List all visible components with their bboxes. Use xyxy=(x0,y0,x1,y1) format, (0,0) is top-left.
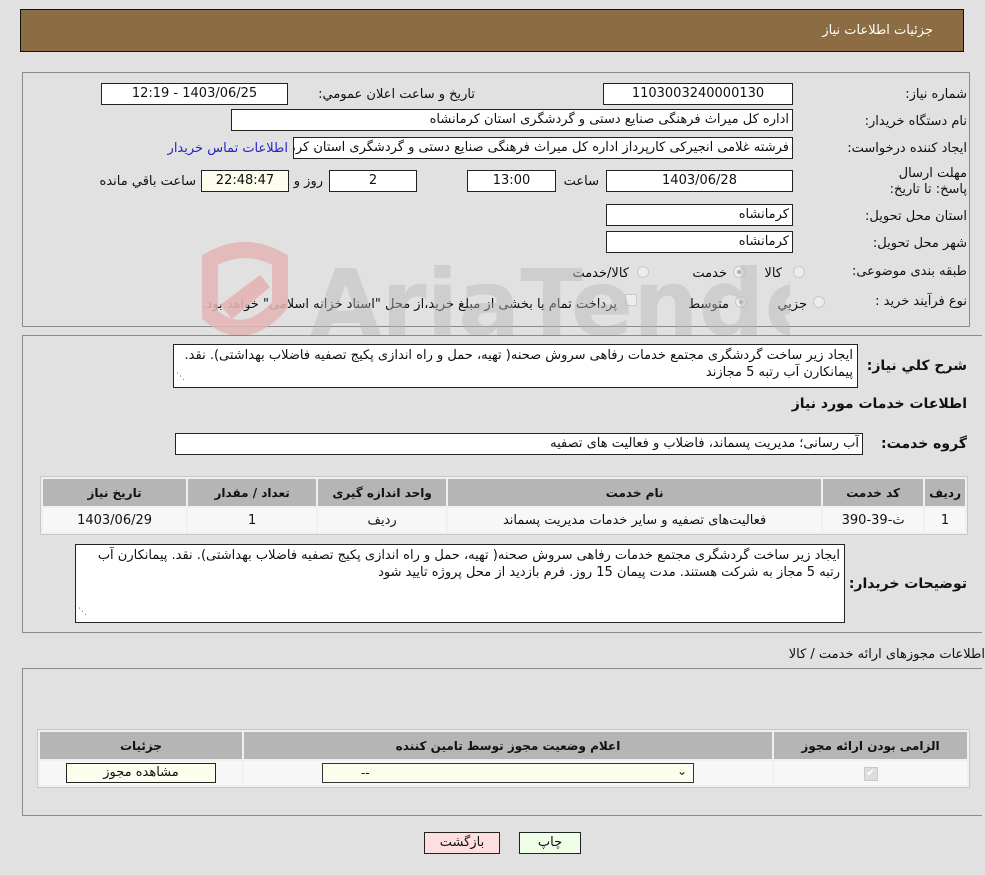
province-field: کرمانشاه xyxy=(606,204,793,226)
creator-label: ایجاد کننده درخواست: xyxy=(847,141,967,156)
treasury-checkbox-label: پرداخت تمام یا بخشی از مبلغ خرید،از محل … xyxy=(202,297,617,312)
resize-grip-icon[interactable]: ⋰ xyxy=(176,369,185,386)
days-label: روز و xyxy=(293,174,323,189)
city-field: کرمانشاه xyxy=(606,231,793,253)
summary-textarea[interactable]: ایجاد زیر ساخت گردشگری مجتمع خدمات رفاهی… xyxy=(173,344,858,388)
col-permit-required: الزامی بودن ارائه مجوز xyxy=(774,732,967,759)
buyer-org-field: اداره کل میراث فرهنگی صنایع دستی و گردشگ… xyxy=(231,109,793,131)
back-button[interactable]: بازگشت xyxy=(424,832,500,854)
permits-table: الزامی بودن ارائه مجوز اعلام وضعیت مجوز … xyxy=(37,729,970,788)
category-label: طبقه بندی موضوعی: xyxy=(851,264,967,279)
category-goods-label: کالا xyxy=(764,266,782,281)
cell-need-date: 1403/06/29 xyxy=(43,508,187,532)
buyer-contact-link[interactable]: اطلاعات تماس خریدار xyxy=(168,141,288,156)
treasury-checkbox[interactable] xyxy=(625,294,637,306)
process-radio-minor[interactable] xyxy=(813,296,825,308)
cell-service-name: فعالیت‌های تصفیه و سایر خدمات مدیریت پسم… xyxy=(448,508,822,532)
service-group-field: آب رسانی؛ مدیریت پسماند، فاضلاب و فعالیت… xyxy=(175,433,863,455)
page-title: جزئیات اطلاعات نیاز xyxy=(822,23,933,38)
deadline-time-label: ساعت xyxy=(563,174,599,189)
process-label: نوع فرآیند خرید : xyxy=(875,294,967,309)
view-permit-button[interactable]: مشاهده مجوز xyxy=(66,763,216,783)
category-radio-service[interactable] xyxy=(733,266,745,278)
print-button[interactable]: چاپ xyxy=(519,832,581,854)
process-minor-label: جزيي xyxy=(777,297,807,312)
category-radio-goods-service[interactable] xyxy=(637,266,649,278)
permits-table-header: الزامی بودن ارائه مجوز اعلام وضعیت مجوز … xyxy=(40,732,967,759)
category-radio-goods[interactable] xyxy=(793,266,805,278)
category-service-label: خدمت xyxy=(692,266,727,281)
creator-field: فرشته غلامی انجیرکی کارپرداز اداره کل می… xyxy=(293,137,793,159)
remaining-time-label: ساعت باقي مانده xyxy=(99,174,196,189)
deadline-time-field: 13:00 xyxy=(467,170,556,192)
days-remaining-field: 2 xyxy=(329,170,417,192)
announce-label: تاریخ و ساعت اعلان عمومي: xyxy=(318,87,475,102)
col-permit-details: جزئیات xyxy=(40,732,242,759)
chevron-down-icon: ⌄ xyxy=(676,764,687,778)
process-medium-label: متوسط xyxy=(688,297,729,312)
table-row: ✔ -- ⌄ مشاهده مجوز xyxy=(40,761,967,785)
remaining-time-field: 22:48:47 xyxy=(201,170,289,192)
services-table-header: ردیف کد خدمت نام خدمت واحد اندازه گیری ت… xyxy=(43,479,965,506)
page-header: جزئیات اطلاعات نیاز xyxy=(20,9,964,52)
cell-row-number: 1 xyxy=(925,508,965,532)
need-number-field: 1103003240000130 xyxy=(603,83,793,105)
category-goods-service-label: کالا/خدمت xyxy=(572,266,629,281)
col-service-code: کد خدمت xyxy=(823,479,924,506)
buyer-notes-textarea[interactable]: ایجاد زیر ساخت گردشگری مجتمع خدمات رفاهی… xyxy=(75,544,845,623)
permit-status-value: -- xyxy=(361,766,370,780)
announce-field: 1403/06/25 - 12:19 xyxy=(101,83,288,105)
col-quantity: تعداد / مقدار xyxy=(188,479,317,506)
summary-text: ایجاد زیر ساخت گردشگری مجتمع خدمات رفاهی… xyxy=(184,348,853,380)
col-need-date: تاریخ نیاز xyxy=(43,479,187,506)
deadline-date-field: 1403/06/28 xyxy=(606,170,793,192)
required-checkbox[interactable]: ✔ xyxy=(863,767,878,781)
cell-unit: ردیف xyxy=(318,508,447,532)
cell-permit-status: -- ⌄ xyxy=(244,761,772,785)
buyer-org-label: نام دستگاه خریدار: xyxy=(864,114,967,129)
buyer-notes-label: توضیحات خریدار: xyxy=(848,576,967,592)
province-label: استان محل تحویل: xyxy=(865,209,967,224)
buyer-notes-text: ایجاد زیر ساخت گردشگری مجتمع خدمات رفاهی… xyxy=(97,548,840,580)
services-table: ردیف کد خدمت نام خدمت واحد اندازه گیری ت… xyxy=(40,476,968,535)
col-unit: واحد اندازه گیری xyxy=(318,479,447,506)
resize-grip-icon[interactable]: ⋰ xyxy=(78,604,87,621)
cell-service-code: ث-39-390 xyxy=(823,508,924,532)
cell-permit-required: ✔ xyxy=(774,761,967,785)
cell-quantity: 1 xyxy=(188,508,317,532)
col-service-name: نام خدمت xyxy=(448,479,822,506)
permits-heading: اطلاعات مجوزهای ارائه خدمت / کالا xyxy=(788,647,985,662)
col-permit-status: اعلام وضعیت مجوز توسط تامین کننده xyxy=(244,732,772,759)
summary-label: شرح کلي نیاز: xyxy=(866,358,967,374)
col-row-number: ردیف xyxy=(925,479,965,506)
city-label: شهر محل تحویل: xyxy=(872,236,967,251)
table-row: 1 ث-39-390 فعالیت‌های تصفیه و سایر خدمات… xyxy=(43,508,965,532)
service-group-label: گروه خدمت: xyxy=(881,436,967,452)
deadline-label: مهلت ارسال پاسخ: تا تاریخ: xyxy=(889,166,967,197)
services-heading: اطلاعات خدمات مورد نیاز xyxy=(791,396,967,412)
cell-permit-details: مشاهده مجوز xyxy=(40,761,242,785)
need-number-label: شماره نیاز: xyxy=(905,87,967,102)
permit-status-select[interactable]: -- ⌄ xyxy=(322,763,694,783)
process-radio-medium[interactable] xyxy=(735,296,747,308)
